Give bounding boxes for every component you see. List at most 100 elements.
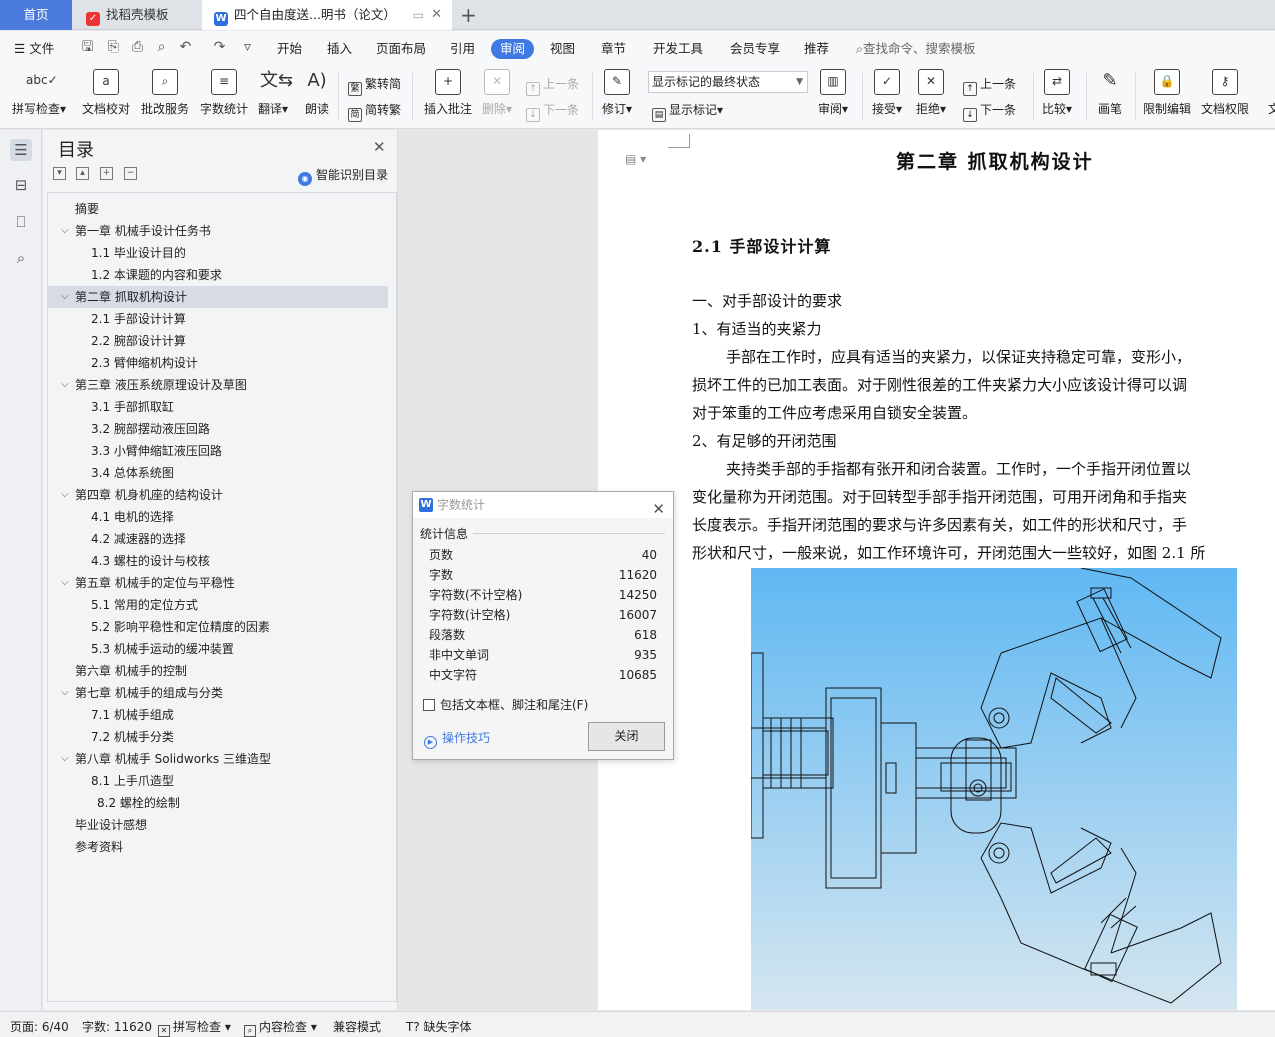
toc-item[interactable]: 7.2 机械手分类 [48,726,388,748]
export-pdf-icon[interactable]: ⎘ [106,40,121,55]
toc-item[interactable]: 2.2 腕部设计计算 [48,330,388,352]
expand-all-icon[interactable]: ▾ [53,167,66,180]
menu-reference[interactable]: 引用 [450,39,475,59]
menu-view[interactable]: 视图 [550,39,575,59]
track-changes-button[interactable]: ✎ 修订▾ [602,69,632,117]
chevron-down-icon[interactable]: ⌵ [61,286,69,308]
smart-toc-button[interactable]: ◉ 智能识别目录 [298,166,388,186]
redo-icon[interactable]: ↷ [212,40,227,55]
prev-comment-button[interactable]: ↑ 上一条 [526,75,579,96]
toc-item[interactable]: 4.1 电机的选择 [48,506,388,528]
toc-item[interactable]: 5.3 机械手运动的缓冲装置 [48,638,388,660]
compare-button[interactable]: ⇄ 比较▾ [1042,69,1072,117]
doc-proof-button[interactable]: a 文档校对 [82,69,130,117]
close-icon[interactable]: ✕ [373,138,386,156]
toc-item[interactable]: 1.1 毕业设计目的 [48,242,388,264]
file-menu[interactable]: ☰ 文件 [14,39,54,59]
toc-item[interactable]: 5.1 常用的定位方式 [48,594,388,616]
dialog-title-bar[interactable]: W 字数统计 ✕ [413,492,673,518]
page-indicator[interactable]: 页面: 6/40 [10,1018,69,1035]
next-change-button[interactable]: ↓ 下一条 [963,101,1016,122]
chevron-down-icon[interactable]: ⌵ [61,682,69,704]
read-aloud-button[interactable]: A) 朗读 [304,69,330,117]
toc-item[interactable]: 4.3 螺柱的设计与校核 [48,550,388,572]
next-comment-button[interactable]: ↓ 下一条 [526,101,579,122]
toc-item[interactable]: ⌵ 第七章 机械手的组成与分类 [48,682,388,704]
menu-layout[interactable]: 页面布局 [376,39,426,59]
collapse-all-icon[interactable]: ▴ [76,167,89,180]
accept-button[interactable]: ✓ 接受▾ [872,69,902,117]
toc-item[interactable]: 4.2 减速器的选择 [48,528,388,550]
include-textbox-checkbox[interactable]: 包括文本框、脚注和尾注(F) [423,696,588,713]
toc-item[interactable]: ⌵ 第三章 液压系统原理设计及草图 [48,374,388,396]
toc-item[interactable]: ⌵ 第四章 机身机座的结构设计 [48,484,388,506]
save-icon[interactable]: 🖫 [80,40,95,55]
toc-item[interactable]: 8.1 上手爪造型 [48,770,388,792]
toc-item[interactable]: 3.4 总体系统图 [48,462,388,484]
close-tab-icon[interactable]: ✕ [431,0,442,30]
menu-start[interactable]: 开始 [277,39,302,59]
search-icon[interactable]: ⌕ [10,247,32,269]
restrict-edit-button[interactable]: 🔒 限制编辑 [1143,69,1191,117]
reject-button[interactable]: ✕ 拒绝▾ [916,69,946,117]
add-tab-button[interactable]: + [460,0,477,30]
toc-item[interactable]: 参考资料 [48,836,388,858]
toc-item[interactable]: 2.1 手部设计计算 [48,308,388,330]
print-icon[interactable]: ⎙ [130,40,145,55]
toc-item[interactable]: ⌵ 第一章 机械手设计任务书 [48,220,388,242]
chapter-nav-icon[interactable]: ⊟ [10,174,32,196]
spell-check-status[interactable]: ✕ 拼写检查 ▾ [158,1018,231,1037]
compat-mode-status[interactable]: 兼容模式 [333,1018,381,1035]
menu-recommend[interactable]: 推荐 [804,39,829,59]
print-preview-icon[interactable]: ⌕ [154,40,169,55]
doc-permission-button[interactable]: ⚷ 文档权限 [1201,69,1249,117]
toc-item[interactable]: 3.2 腕部摆动液压回路 [48,418,388,440]
toc-item[interactable]: 7.1 机械手组成 [48,704,388,726]
chevron-down-icon[interactable]: ⌵ [61,748,69,770]
menu-developer[interactable]: 开发工具 [653,39,703,59]
toc-item[interactable]: 5.2 影响平稳性和定位精度的因素 [48,616,388,638]
menu-chapter[interactable]: 章节 [601,39,626,59]
word-count-indicator[interactable]: 字数: 11620 [82,1018,152,1035]
missing-font-status[interactable]: T? 缺失字体 [406,1018,472,1035]
tab-template[interactable]: ✓ 找稻壳模板 [74,0,200,30]
chevron-down-icon[interactable]: ⌵ [61,374,69,396]
translate-button[interactable]: 文⇆ 翻译▾ [258,69,293,117]
toc-item[interactable]: ⌵ 第五章 机械手的定位与平稳性 [48,572,388,594]
undo-icon[interactable]: ↶ [178,40,193,55]
close-icon[interactable]: ✕ [652,496,665,522]
toc-icon[interactable]: ☰ [10,139,32,161]
ink-button[interactable]: ✎ 画笔 [1097,69,1123,117]
toc-item[interactable]: ⌵ 第二章 抓取机构设计 [48,286,388,308]
monitor-icon[interactable]: ▭ [413,0,424,30]
insert-comment-button[interactable]: + 插入批注 [424,69,472,117]
trad-convert-button[interactable]: 繁繁转简 [348,75,401,96]
customize-dropdown-icon[interactable]: ▿ [240,40,255,55]
add-heading-icon[interactable]: + [100,167,113,180]
chevron-down-icon[interactable]: ⌵ [61,572,69,594]
toc-item[interactable]: 1.2 本课题的内容和要求 [48,264,388,286]
markup-mode-select[interactable]: 显示标记的最终状态 ▼ [648,71,808,93]
toc-item[interactable]: 2.3 臂伸缩机构设计 [48,352,388,374]
menu-review[interactable]: 审阅 [491,39,535,59]
toc-item[interactable]: 3.1 手部抓取缸 [48,396,388,418]
menu-insert[interactable]: 插入 [327,39,352,59]
menu-member[interactable]: 会员专享 [730,39,780,59]
tab-home[interactable]: 首页 [0,0,72,30]
tab-document[interactable]: W 四个自由度送...明书（论文） ▭ ✕ [202,0,452,30]
batch-service-button[interactable]: ⌕ 批改服务 [141,69,189,117]
toc-item[interactable]: 摘要 [48,198,388,220]
close-button[interactable]: 关闭 [588,722,665,751]
remove-heading-icon[interactable]: − [124,167,137,180]
toc-item[interactable]: 3.3 小臂伸缩缸液压回路 [48,440,388,462]
show-markup-button[interactable]: ▤ 显示标记▾ [652,101,723,122]
simp-convert-button[interactable]: 简简转繁 [348,101,401,122]
review-pane-button[interactable]: ▥ 审阅▾ [818,69,848,117]
toc-item[interactable]: 毕业设计感想 [48,814,388,836]
ribbon-overflow-item[interactable]: 文 [1261,69,1275,117]
prev-change-button[interactable]: ↑ 上一条 [963,75,1016,96]
tips-link[interactable]: ▶ 操作技巧 [424,729,490,749]
content-check-status[interactable]: ⌕ 内容检查 ▾ [244,1018,317,1037]
toc-item[interactable]: 第六章 机械手的控制 [48,660,388,682]
chevron-down-icon[interactable]: ⌵ [61,484,69,506]
